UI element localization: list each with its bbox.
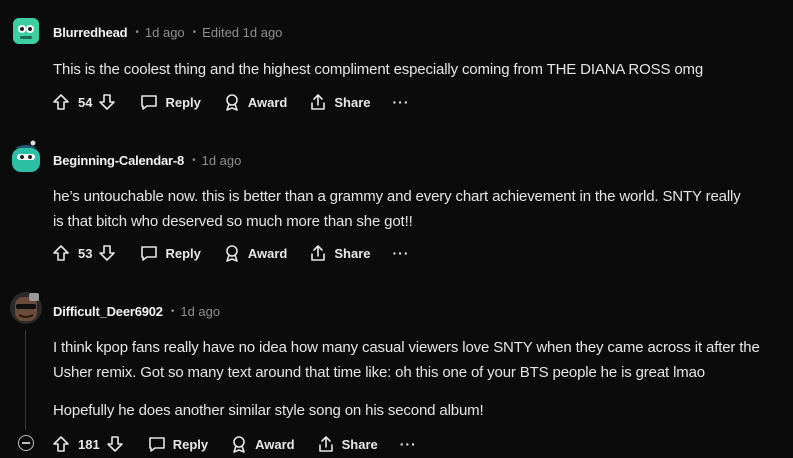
comment-actions: 53 Reply Award Share ··· [52, 241, 410, 265]
downvote-icon[interactable] [98, 244, 116, 262]
vote-count: 54 [78, 94, 93, 110]
upvote-icon[interactable] [52, 93, 70, 111]
reply-label: Reply [165, 245, 201, 261]
share-icon [318, 436, 333, 452]
avatar[interactable] [9, 140, 43, 174]
downvote-icon[interactable] [98, 93, 116, 111]
avatar[interactable] [9, 291, 43, 325]
separator-dot: • [192, 155, 196, 166]
separator-dot: • [170, 306, 175, 317]
award-button[interactable]: Award [223, 93, 288, 111]
reply-button[interactable]: Reply [140, 244, 201, 262]
upvote-icon[interactable] [52, 244, 70, 262]
award-label: Award [247, 245, 288, 261]
separator-dot: • [192, 27, 197, 38]
vote-count: 181 [78, 436, 100, 452]
vote-control: 54 [52, 93, 116, 111]
timestamp: 1d ago [180, 304, 221, 319]
share-button[interactable]: Share [309, 93, 371, 111]
author-name[interactable]: Difficult_Deer6902 [53, 304, 163, 319]
comment-actions: 54 Reply Award Share ··· [52, 90, 410, 114]
award-icon [226, 245, 238, 262]
timestamp: 1d ago [201, 153, 242, 168]
reply-button[interactable]: Reply [148, 435, 208, 453]
share-label: Share [341, 436, 378, 452]
share-label: Share [334, 245, 371, 261]
comment-bubble-icon [148, 437, 165, 452]
more-options-button[interactable]: ··· [400, 436, 417, 452]
timestamp: 1d ago [144, 25, 185, 40]
upvote-icon[interactable] [52, 435, 70, 453]
reply-button[interactable]: Reply [140, 93, 201, 111]
award-button[interactable]: Award [223, 244, 288, 262]
author-name[interactable]: Beginning-Calendar-8 [53, 153, 184, 168]
collapse-thread-icon[interactable] [18, 435, 34, 451]
award-icon [226, 94, 238, 111]
award-label: Award [255, 436, 295, 452]
share-label: Share [334, 94, 371, 110]
share-icon [311, 245, 326, 261]
share-icon [311, 94, 326, 110]
reply-label: Reply [165, 94, 201, 110]
downvote-icon[interactable] [106, 435, 124, 453]
award-label: Award [247, 94, 288, 110]
author-name[interactable]: Blurredhead [53, 25, 128, 40]
share-button[interactable]: Share [309, 244, 371, 262]
comment-bubble-icon [141, 95, 158, 110]
reply-label: Reply [172, 436, 209, 452]
comment-meta: Beginning-Calendar-8 • 1d ago [53, 153, 241, 168]
comment-body: I think kpop fans really have no idea ho… [53, 339, 760, 381]
share-button[interactable]: Share [317, 435, 378, 453]
more-options-button[interactable]: ··· [393, 245, 410, 261]
award-icon [233, 436, 245, 453]
comment-bubble-icon [141, 246, 158, 261]
comment-body: he’s untouchable now. this is better tha… [53, 188, 741, 230]
thread-line[interactable] [25, 330, 26, 430]
vote-count: 53 [78, 245, 93, 261]
separator-dot: • [135, 27, 139, 38]
vote-control: 53 [52, 244, 116, 262]
vote-control: 181 [52, 435, 124, 453]
more-options-button[interactable]: ··· [393, 94, 410, 110]
edited-label: Edited 1d ago [202, 25, 283, 40]
comment-meta: Difficult_Deer6902 • 1d ago [53, 304, 220, 319]
comment-actions: 181 Reply Award Share ··· [52, 432, 417, 456]
comment-meta: Blurredhead • 1d ago • Edited 1d ago [53, 25, 282, 40]
comment-body-paragraph: Hopefully he does another similar style … [53, 402, 484, 419]
avatar[interactable] [9, 14, 43, 48]
award-button[interactable]: Award [230, 435, 295, 453]
comment-body: This is the coolest thing and the highes… [53, 61, 704, 78]
